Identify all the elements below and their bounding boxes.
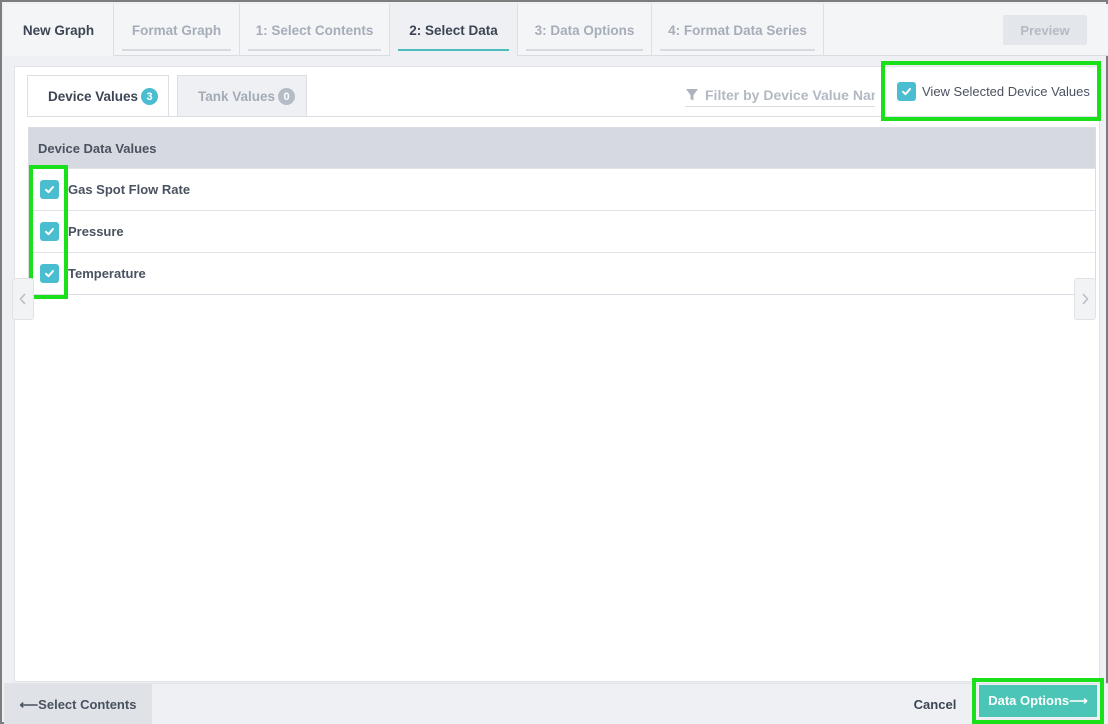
- table-row[interactable]: Pressure: [29, 210, 1095, 252]
- checkmark-icon: [45, 228, 54, 236]
- back-button-label: ⟵Select Contents: [19, 696, 137, 712]
- checkmark-icon: [45, 270, 54, 278]
- tab-select-contents-label: 1: Select Contents: [255, 22, 374, 38]
- wizard-footer: ⟵Select Contents Cancel Data Options⟶: [4, 678, 1108, 724]
- table-row[interactable]: Temperature: [29, 252, 1095, 294]
- tab-device-values[interactable]: Device Values 3: [27, 75, 169, 117]
- next-button-highlight: Data Options⟶: [972, 678, 1104, 724]
- scroll-right-button[interactable]: [1074, 278, 1096, 320]
- tab-format-data-series-label: 4: Format Data Series: [668, 22, 807, 38]
- view-selected-checkbox[interactable]: [897, 81, 916, 101]
- tab-device-values-label: Device Values: [48, 89, 139, 104]
- tab-underline: [526, 49, 643, 51]
- row-label: Temperature: [68, 266, 146, 281]
- view-selected-device-values-toggle[interactable]: View Selected Device Values: [881, 61, 1101, 121]
- cancel-button-label: Cancel: [913, 697, 957, 712]
- back-select-contents-button[interactable]: ⟵Select Contents: [4, 684, 152, 724]
- scroll-left-button[interactable]: [12, 278, 34, 320]
- row-label: Gas Spot Flow Rate: [68, 182, 191, 197]
- tab-format-graph-label: Format Graph: [131, 22, 222, 38]
- chevron-left-icon: [19, 293, 26, 305]
- tab-tank-values-label: Tank Values: [198, 89, 276, 104]
- table-row[interactable]: Gas Spot Flow Rate: [29, 168, 1095, 210]
- tab-underline: [248, 49, 381, 51]
- checkmark-icon: [45, 186, 54, 194]
- filter-placeholder: Filter by Device Value Name: [705, 86, 875, 103]
- tab-tank-values[interactable]: Tank Values 0: [177, 75, 307, 117]
- row-checkbox[interactable]: [40, 222, 59, 241]
- next-button-label: Data Options⟶: [988, 693, 1088, 708]
- funnel-icon: [686, 88, 698, 100]
- cancel-button[interactable]: Cancel: [904, 684, 966, 724]
- tab-underline: [660, 49, 815, 51]
- next-data-options-button[interactable]: Data Options⟶: [979, 685, 1097, 717]
- chevron-right-icon: [1082, 293, 1089, 305]
- row-checkbox[interactable]: [40, 264, 59, 283]
- wizard-title-label: New Graph: [22, 22, 95, 38]
- tab-format-data-series[interactable]: 4: Format Data Series: [652, 4, 824, 56]
- tab-data-options[interactable]: 3: Data Options: [518, 4, 652, 56]
- table-header-label: Device Data Values: [38, 140, 157, 156]
- device-data-values-table: Device Data Values Gas Spot Flow Rate Pr…: [28, 127, 1096, 295]
- wizard-title: New Graph: [4, 4, 114, 56]
- checkmark-icon: [902, 87, 911, 95]
- tank-values-count-badge: 0: [278, 88, 296, 105]
- tab-underline: [122, 49, 231, 51]
- row-label: Pressure: [68, 224, 124, 239]
- device-values-count-badge: 3: [141, 88, 159, 105]
- filter-input[interactable]: Filter by Device Value Name: [685, 83, 875, 107]
- tab-format-graph[interactable]: Format Graph: [114, 4, 240, 56]
- wizard-tab-strip: New Graph Format Graph 1: Select Content…: [4, 4, 1108, 56]
- wizard-window: New Graph Format Graph 1: Select Content…: [0, 0, 1108, 724]
- tab-data-options-label: 3: Data Options: [534, 22, 635, 38]
- table-header: Device Data Values: [29, 128, 1095, 168]
- tab-underline-active: [398, 49, 509, 51]
- tab-select-data[interactable]: 2: Select Data: [390, 4, 518, 56]
- view-selected-label: View Selected Device Values: [922, 83, 1090, 99]
- preview-button-label: Preview: [1020, 22, 1070, 38]
- preview-button[interactable]: Preview: [1003, 15, 1087, 45]
- row-checkbox[interactable]: [40, 180, 59, 199]
- select-data-panel: Device Values 3 Tank Values 0 Filter by …: [14, 61, 1101, 682]
- tab-select-data-label: 2: Select Data: [409, 22, 498, 38]
- tab-select-contents[interactable]: 1: Select Contents: [240, 4, 390, 56]
